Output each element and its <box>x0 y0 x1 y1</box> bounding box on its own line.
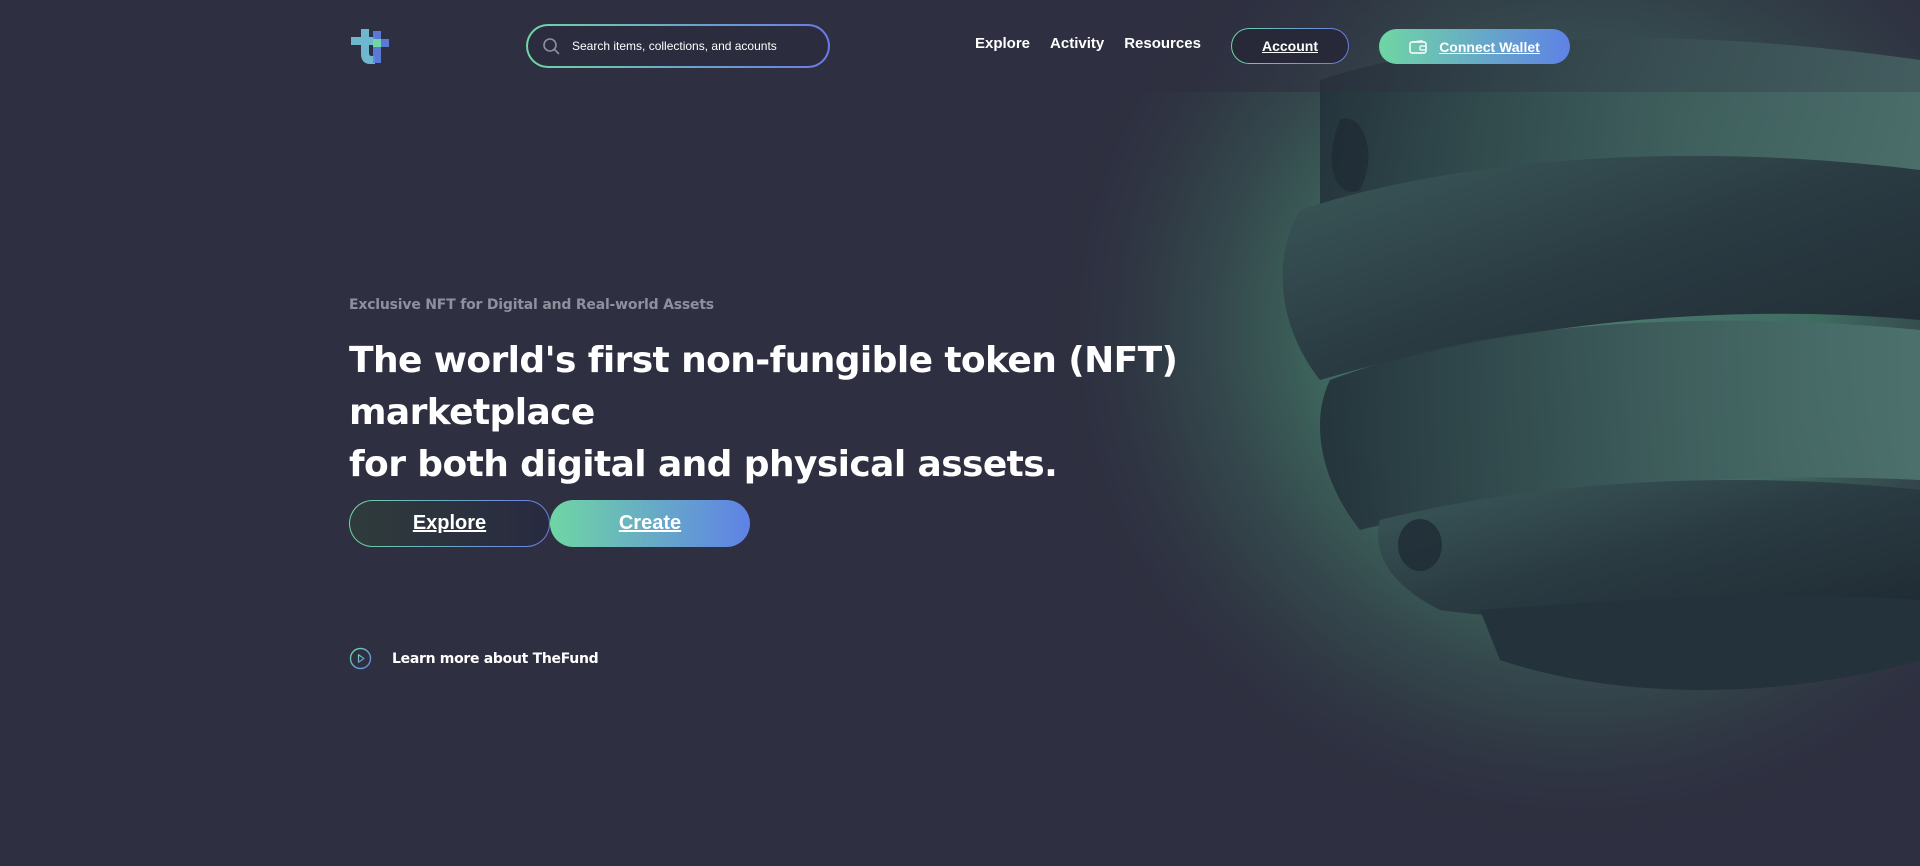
top-navigation-bar: Explore Activity Resources Account Conne… <box>0 0 1920 92</box>
search-input[interactable] <box>572 39 822 53</box>
search-bar[interactable] <box>526 24 830 68</box>
nav-activity[interactable]: Activity <box>1050 35 1104 52</box>
nav-explore[interactable]: Explore <box>975 35 1030 52</box>
account-button-label: Account <box>1262 38 1318 54</box>
create-button[interactable]: Create <box>550 500 750 547</box>
search-icon <box>543 38 560 55</box>
connect-wallet-button[interactable]: Connect Wallet <box>1379 29 1570 64</box>
thefund-logo-icon[interactable] <box>349 27 391 65</box>
header-background <box>0 0 1920 92</box>
wallet-icon <box>1409 39 1427 54</box>
hero-headline-line-2: for both digital and physical assets. <box>349 444 1058 485</box>
learn-more-label: Learn more about TheFund <box>392 650 599 667</box>
learn-more-link[interactable]: Learn more about TheFund <box>349 647 599 670</box>
main-nav: Explore Activity Resources <box>975 35 1201 52</box>
create-button-label: Create <box>618 512 682 534</box>
hero-headline-line-1: The world's first non-fungible token (NF… <box>349 340 1178 433</box>
nav-resources[interactable]: Resources <box>1124 35 1201 52</box>
account-button[interactable]: Account <box>1231 28 1349 64</box>
explore-button-label: Explore <box>412 512 487 534</box>
hero-headline: The world's first non-fungible token (NF… <box>349 335 1409 491</box>
explore-button[interactable]: Explore <box>349 500 550 547</box>
play-circle-icon <box>349 647 372 670</box>
connect-wallet-label: Connect Wallet <box>1439 38 1540 55</box>
hero-eyebrow: Exclusive NFT for Digital and Real-world… <box>349 297 714 313</box>
